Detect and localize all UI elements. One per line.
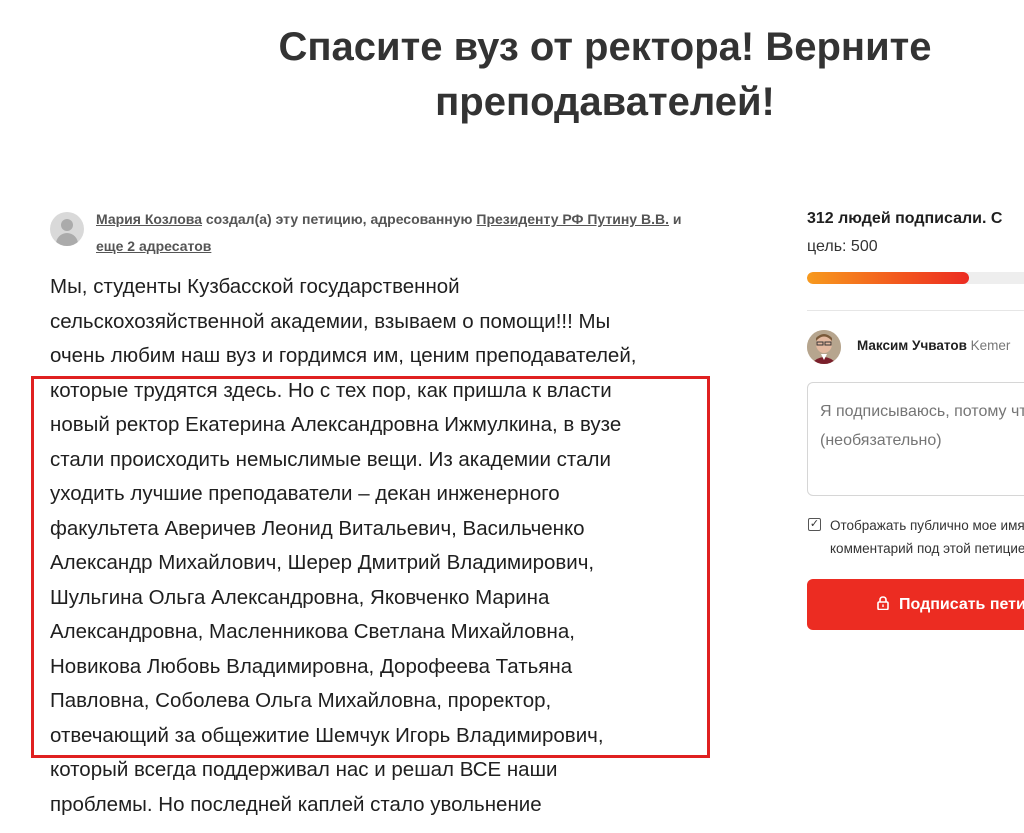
petition-story: Мы, студенты Кузбасской государственной с…: [50, 270, 730, 822]
story-line: сельскохозяйственной академии, взываем о…: [50, 309, 611, 333]
story-line: очень любим наш вуз и гордимся им, ценим…: [50, 344, 637, 367]
story-line: который всегда поддерживал нас и решал В…: [50, 758, 558, 781]
recipient-link[interactable]: Президенту РФ Путину В.В.: [476, 211, 669, 227]
story-line: Павловна, Соболева Ольга Михайловна, про…: [50, 689, 552, 712]
story-line: проблемы. Но последней каплей стало увол…: [50, 792, 542, 816]
story-line: Мы, студенты Кузбасской государственной: [50, 275, 460, 298]
author-avatar-icon: [50, 212, 84, 246]
petition-byline: Мария Козлова создал(а) эту петицию, адр…: [96, 206, 736, 260]
signer-avatar: [807, 330, 841, 364]
story-line: стали происходить немыслимые вещи. Из ак…: [50, 447, 611, 471]
signature-progress-bar: [807, 272, 1024, 284]
story-line: которые трудятся здесь. Но с тех пор, ка…: [50, 378, 612, 402]
author-link[interactable]: Мария Козлова: [96, 211, 202, 227]
lock-icon: [877, 595, 889, 610]
story-line: Александровна, Масленникова Светлана Мих…: [50, 620, 575, 643]
more-recipients-link[interactable]: еще 2 адресатов: [96, 238, 211, 254]
sign-sidebar: 312 людей подписали. С цель: 500 Максим …: [807, 0, 1024, 833]
signed-count-text: 312 людей подписали.: [807, 210, 987, 227]
signer-name: Максим Учватов Kemer: [857, 338, 1010, 353]
signature-counts: 312 людей подписали. С цель: 500: [807, 205, 1024, 261]
sign-petition-button[interactable]: Подписать петицию: [807, 579, 1024, 630]
sidebar-divider: [807, 310, 1024, 311]
byline-text-and: и: [668, 211, 682, 227]
petition-page: Спасите вуз от ректора! Верните преподав…: [0, 0, 1024, 833]
signed-count-tail: С: [986, 210, 1003, 227]
story-line: уходить лучшие преподаватели – декан инж…: [50, 482, 560, 505]
public-display-checkbox[interactable]: ✓: [808, 518, 821, 531]
story-line: Новикова Любовь Владимировна, Дорофеева …: [50, 654, 573, 678]
comment-input[interactable]: [807, 382, 1024, 496]
story-line: новый ректор Екатерина Александровна Ижм…: [50, 413, 622, 436]
goal-text: цель: 500: [807, 238, 878, 255]
petition-title-line2: преподавателей!: [435, 80, 775, 124]
story-line: Шульгина Ольга Александровна, Яковченко …: [50, 585, 550, 609]
story-line: Александр Михайлович, Шерер Дмитрий Влад…: [50, 551, 595, 574]
public-display-label: Отображать публично мое имя и комментари…: [830, 518, 1024, 556]
story-line: отвечающий за общежитие Шемчук Игорь Вла…: [50, 723, 604, 747]
signer-name-text: Максим Учватов: [857, 338, 967, 353]
byline-text-created: создал(а) эту петицию, адресованную: [202, 211, 477, 227]
story-line: факультета Аверичев Леонид Витальевич, В…: [50, 516, 585, 540]
signature-progress-fill: [807, 272, 970, 284]
sign-button-label: Подписать петицию: [899, 595, 1024, 613]
signer-location: Kemer: [966, 338, 1011, 353]
